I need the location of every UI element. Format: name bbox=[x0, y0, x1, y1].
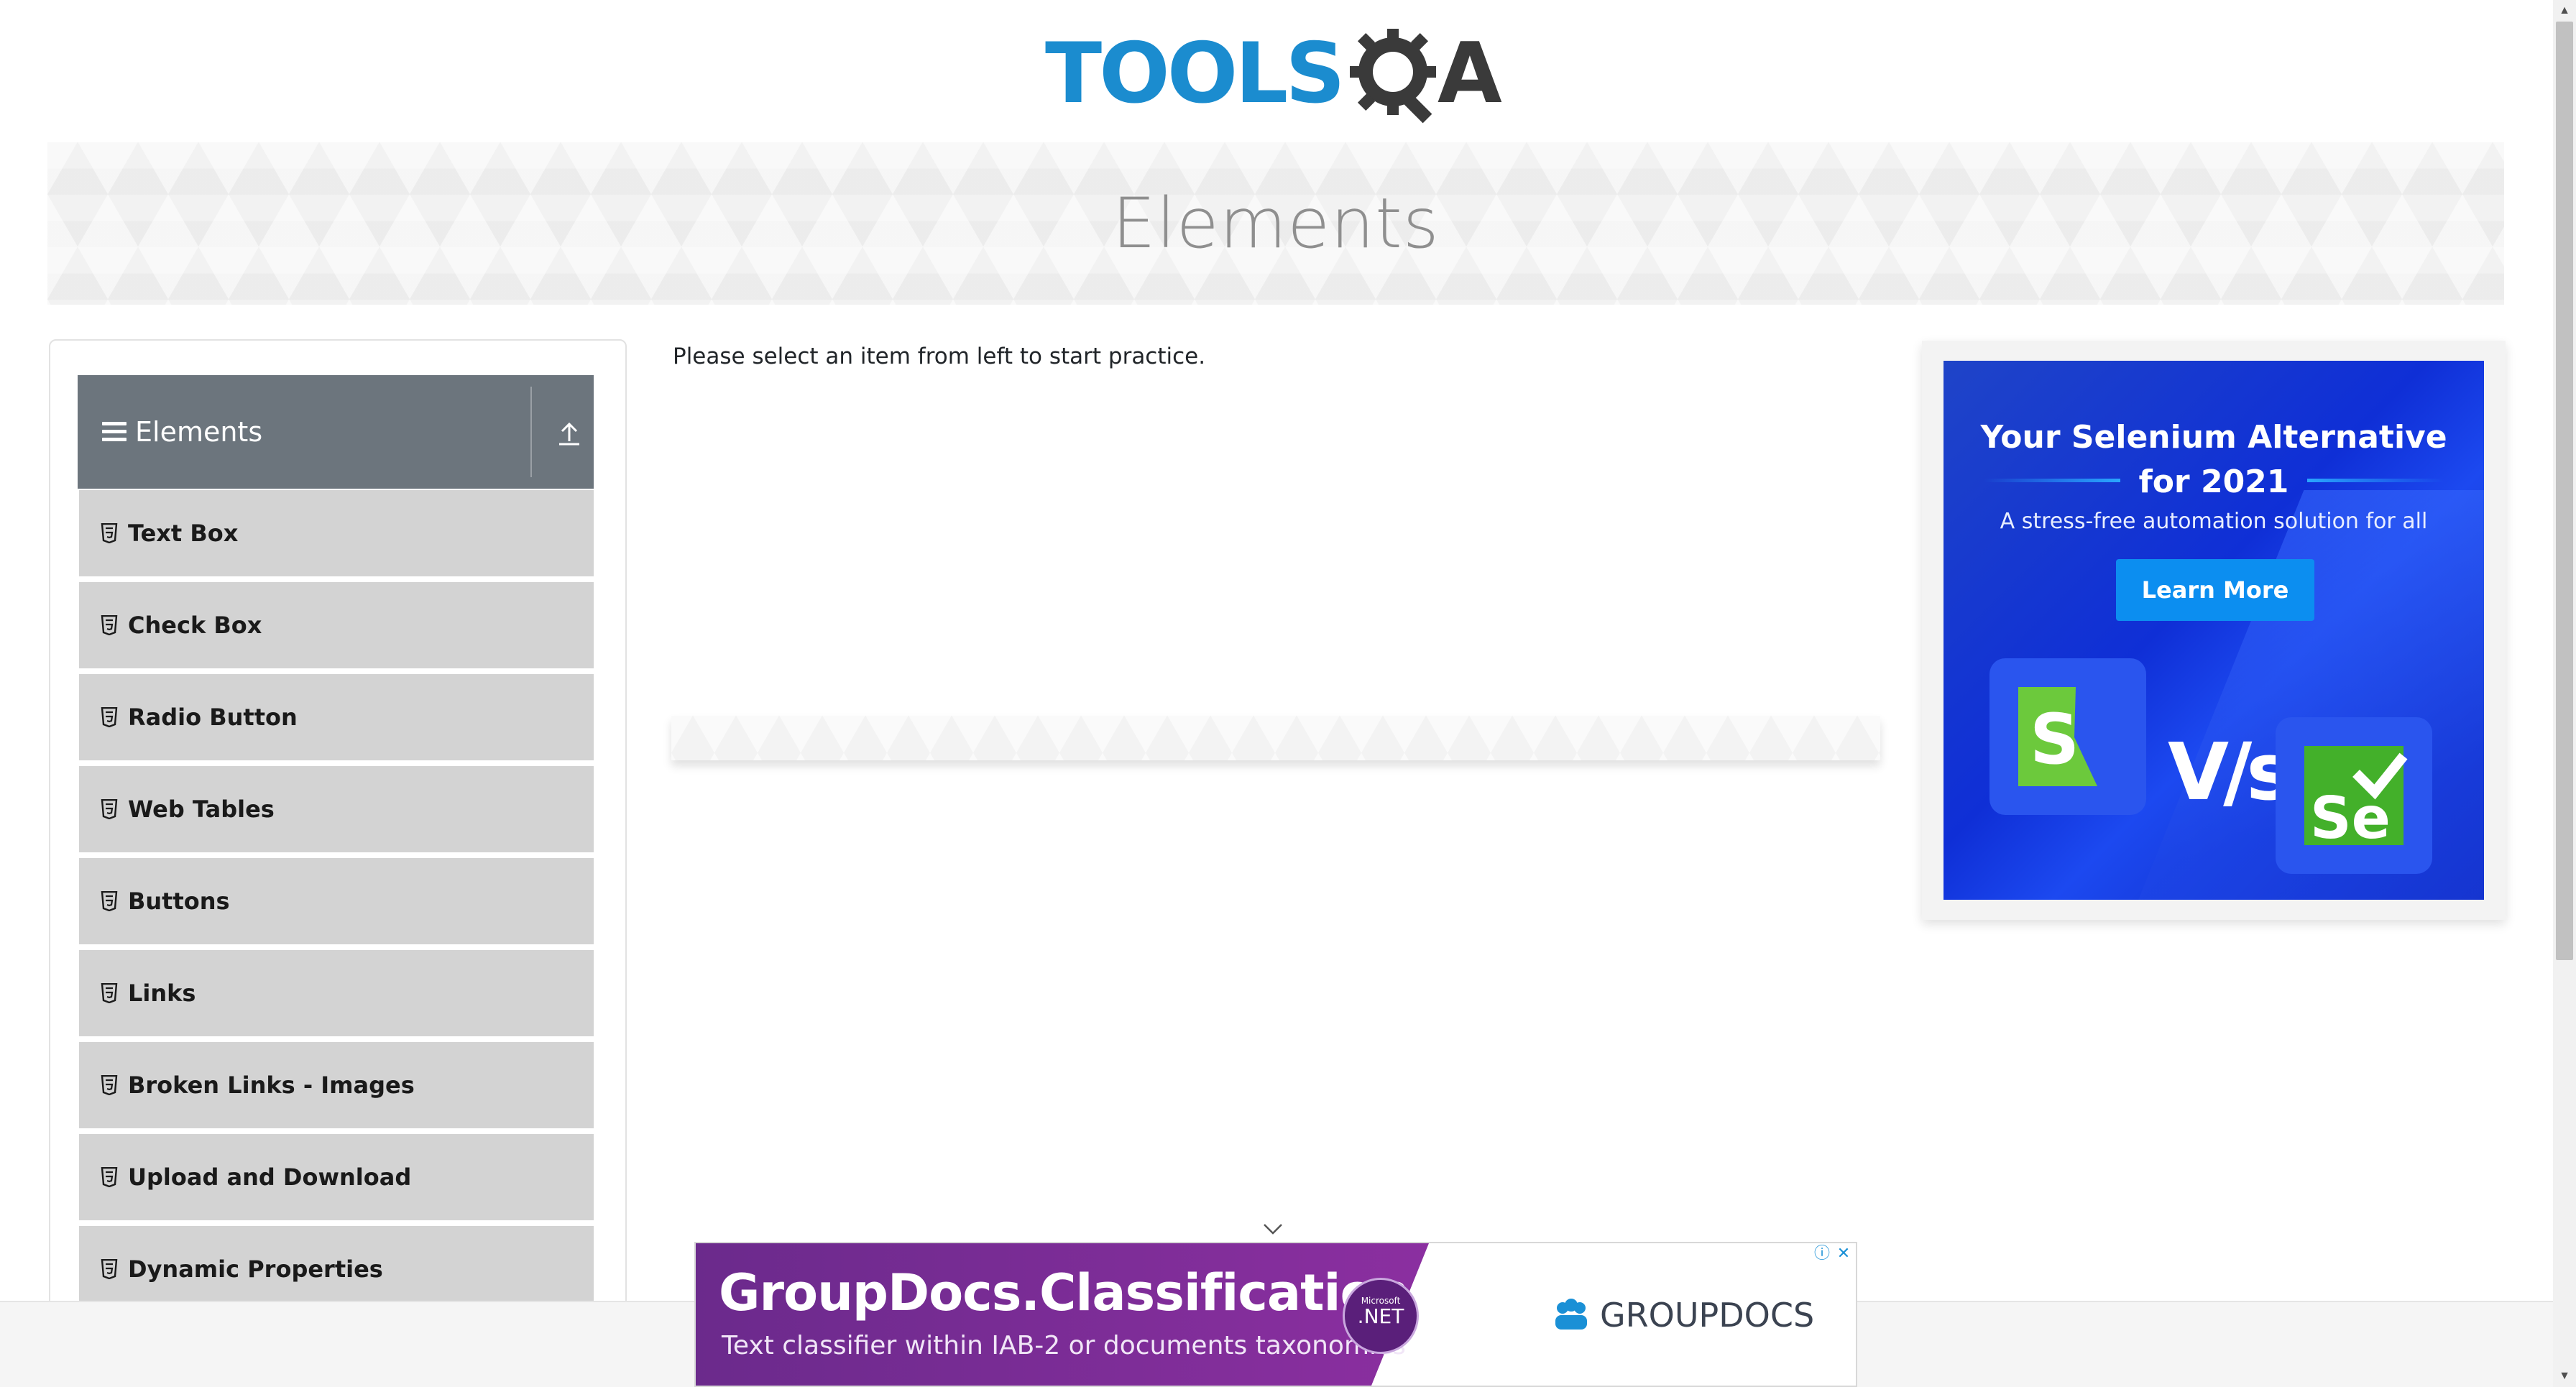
html5-shield-icon bbox=[101, 799, 118, 819]
bottom-ad-title: GroupDocs.Classification bbox=[719, 1263, 1409, 1322]
sidebar-item[interactable]: Check Box bbox=[79, 582, 594, 670]
bottom-ad-subtitle: Text classifier within IAB-2 or document… bbox=[722, 1331, 1406, 1360]
s-logo-letter: S bbox=[2030, 699, 2079, 780]
html5-shield-icon bbox=[101, 615, 118, 635]
selenium-logo-tile: Se bbox=[2276, 717, 2432, 874]
html5-shield-icon bbox=[101, 983, 118, 1003]
chevron-down-icon[interactable] bbox=[1262, 1222, 1284, 1236]
selenium-logo-icon: Se bbox=[2304, 746, 2408, 852]
gear-magnifier-icon bbox=[1350, 29, 1436, 124]
sidebar-item-label: Check Box bbox=[128, 612, 262, 639]
ad-headline: Your Selenium Alternative for 2021 bbox=[1944, 415, 2484, 504]
arrow-up-icon[interactable] bbox=[556, 420, 582, 447]
dotnet-badge: Microsoft .NET bbox=[1343, 1278, 1419, 1354]
sidebar-item-label: Web Tables bbox=[128, 796, 275, 823]
bottom-advertisement[interactable]: GroupDocs.Classification Text classifier… bbox=[694, 1242, 1857, 1387]
toolsqa-logo[interactable]: TOOLS A bbox=[1045, 22, 1509, 129]
ad-subtitle: A stress-free automation solution for al… bbox=[2000, 509, 2428, 534]
s-logo-tile: S bbox=[1990, 658, 2146, 815]
sidebar-item[interactable]: Broken Links - Images bbox=[79, 1042, 594, 1130]
html5-shield-icon bbox=[101, 1075, 118, 1095]
groupdocs-people-icon bbox=[1555, 1299, 1587, 1330]
s-logo-icon: S bbox=[2018, 687, 2117, 786]
sidebar-item-label: Text Box bbox=[128, 520, 239, 547]
hamburger-icon bbox=[102, 422, 126, 442]
info-icon[interactable]: ⓘ bbox=[1811, 1243, 1833, 1265]
ad-headline-line1: Your Selenium Alternative bbox=[1980, 419, 2447, 456]
html5-shield-icon bbox=[101, 523, 118, 543]
sidebar-item[interactable]: Radio Button bbox=[79, 674, 594, 762]
dotnet-badge-label: .NET bbox=[1357, 1304, 1404, 1328]
sidebar-item-label: Dynamic Properties bbox=[128, 1255, 383, 1283]
scrollbar-thumb[interactable] bbox=[2556, 22, 2573, 960]
sidebar-item-label: Radio Button bbox=[128, 704, 298, 731]
html5-shield-icon bbox=[101, 1167, 118, 1187]
scroll-down-arrow-icon[interactable]: ▼ bbox=[2553, 1365, 2576, 1387]
sidebar-item[interactable]: Upload and Download bbox=[79, 1134, 594, 1222]
instruction-text: Please select an item from left to start… bbox=[673, 344, 1206, 369]
header-divider bbox=[530, 387, 532, 477]
selenium-logo-letters: Se bbox=[2310, 785, 2391, 852]
page: TOOLS A Elements Elements Text Box Check… bbox=[0, 0, 2576, 1387]
vs-text: V/s bbox=[2168, 726, 2294, 818]
html5-shield-icon bbox=[101, 707, 118, 727]
logo-word: TOOLS bbox=[1045, 25, 1343, 122]
decorative-pattern-strip bbox=[671, 716, 1880, 760]
logo-mark-a: A bbox=[1438, 25, 1502, 122]
sidebar-item[interactable]: Buttons bbox=[79, 858, 594, 946]
groupdocs-brand: GROUPDOCS bbox=[1551, 1295, 1814, 1335]
page-title: Elements bbox=[1112, 183, 1440, 264]
ad-headline-line2: for 2021 bbox=[2138, 464, 2289, 500]
sidebar-item-label: Broken Links - Images bbox=[128, 1072, 415, 1099]
html5-shield-icon bbox=[101, 1259, 118, 1279]
right-advertisement[interactable]: Your Selenium Alternative for 2021 A str… bbox=[1944, 361, 2484, 900]
sidebar-item-label: Links bbox=[128, 980, 196, 1007]
sidebar-item[interactable]: Web Tables bbox=[79, 766, 594, 854]
ad-controls: ⓘ ✕ bbox=[1811, 1243, 1856, 1265]
page-banner: Elements bbox=[47, 142, 2504, 305]
html5-shield-icon bbox=[101, 891, 118, 911]
sidebar-item-label: Upload and Download bbox=[128, 1163, 412, 1191]
vertical-scrollbar[interactable]: ▲ ▼ bbox=[2553, 0, 2576, 1387]
ad-accent-line-left bbox=[1984, 479, 2120, 482]
close-icon[interactable]: ✕ bbox=[1833, 1243, 1854, 1265]
groupdocs-brand-text: GROUPDOCS bbox=[1600, 1296, 1815, 1335]
sidebar-item[interactable]: Links bbox=[79, 950, 594, 1038]
sidebar-item-label: Buttons bbox=[128, 888, 230, 915]
scroll-up-arrow-icon[interactable]: ▲ bbox=[2553, 0, 2576, 22]
sidebar-item[interactable]: Text Box bbox=[79, 490, 594, 578]
sidebar-group-header[interactable]: Elements bbox=[78, 375, 594, 489]
sidebar-group-label: Elements bbox=[135, 416, 263, 448]
learn-more-button[interactable]: Learn More bbox=[2116, 559, 2314, 621]
ad-accent-line-right bbox=[2307, 479, 2444, 482]
